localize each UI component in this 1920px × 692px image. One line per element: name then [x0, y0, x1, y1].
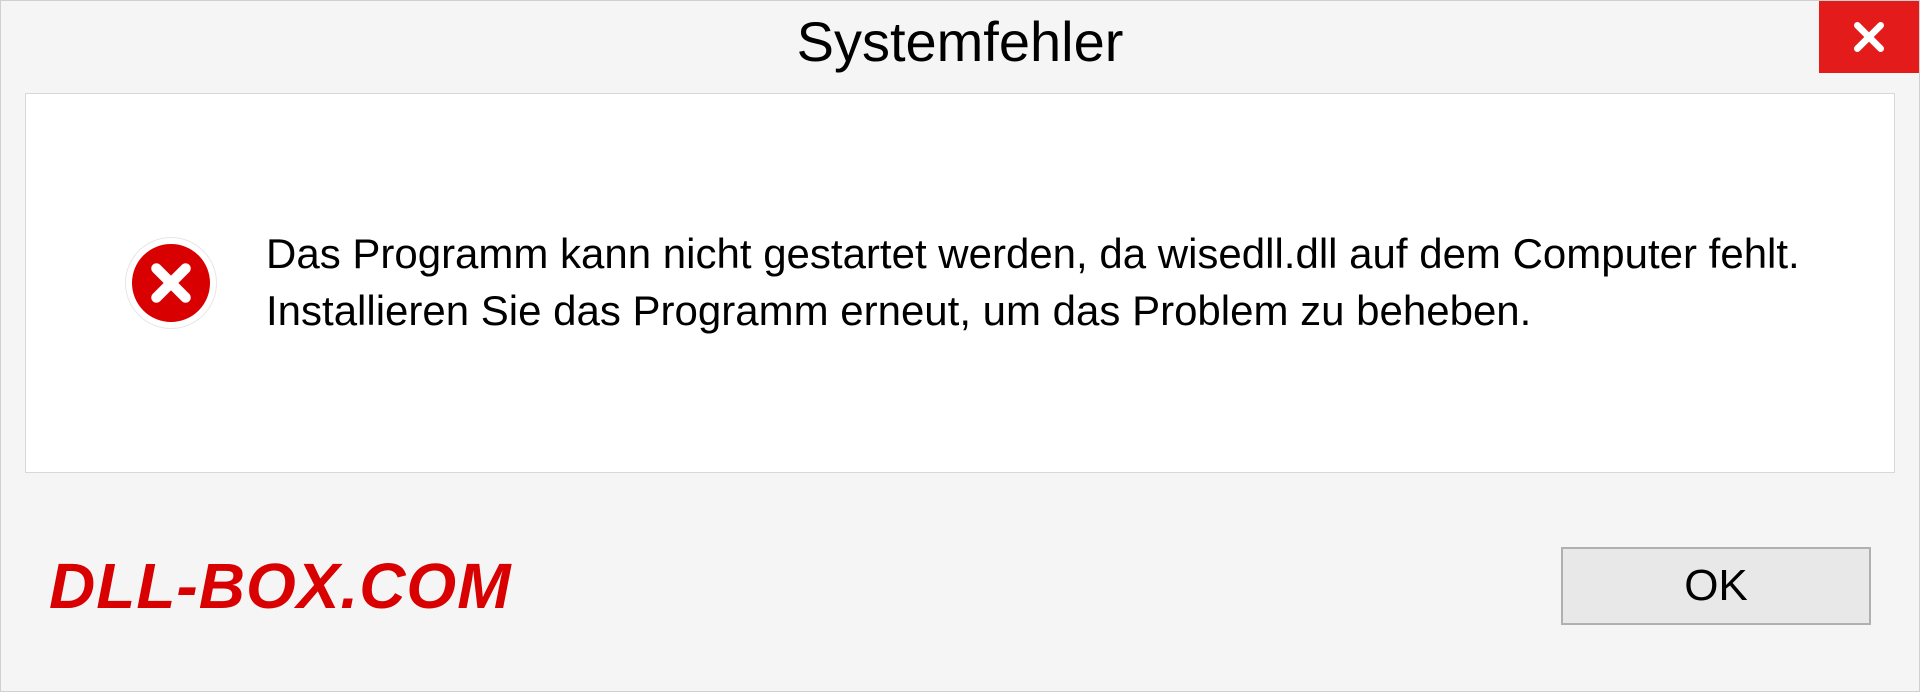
- titlebar: Systemfehler: [1, 1, 1919, 81]
- dialog-title: Systemfehler: [797, 9, 1124, 74]
- dialog-footer: DLL-BOX.COM OK: [1, 501, 1919, 691]
- ok-button[interactable]: OK: [1561, 547, 1871, 625]
- close-button[interactable]: [1819, 1, 1919, 73]
- watermark-text: DLL-BOX.COM: [49, 549, 512, 623]
- error-dialog: Systemfehler Das Programm kann nicht ges…: [0, 0, 1920, 692]
- ok-button-label: OK: [1684, 561, 1748, 611]
- error-message: Das Programm kann nicht gestartet werden…: [266, 226, 1834, 339]
- content-area: Das Programm kann nicht gestartet werden…: [25, 93, 1895, 473]
- close-icon: [1849, 17, 1889, 57]
- error-icon: [126, 238, 216, 328]
